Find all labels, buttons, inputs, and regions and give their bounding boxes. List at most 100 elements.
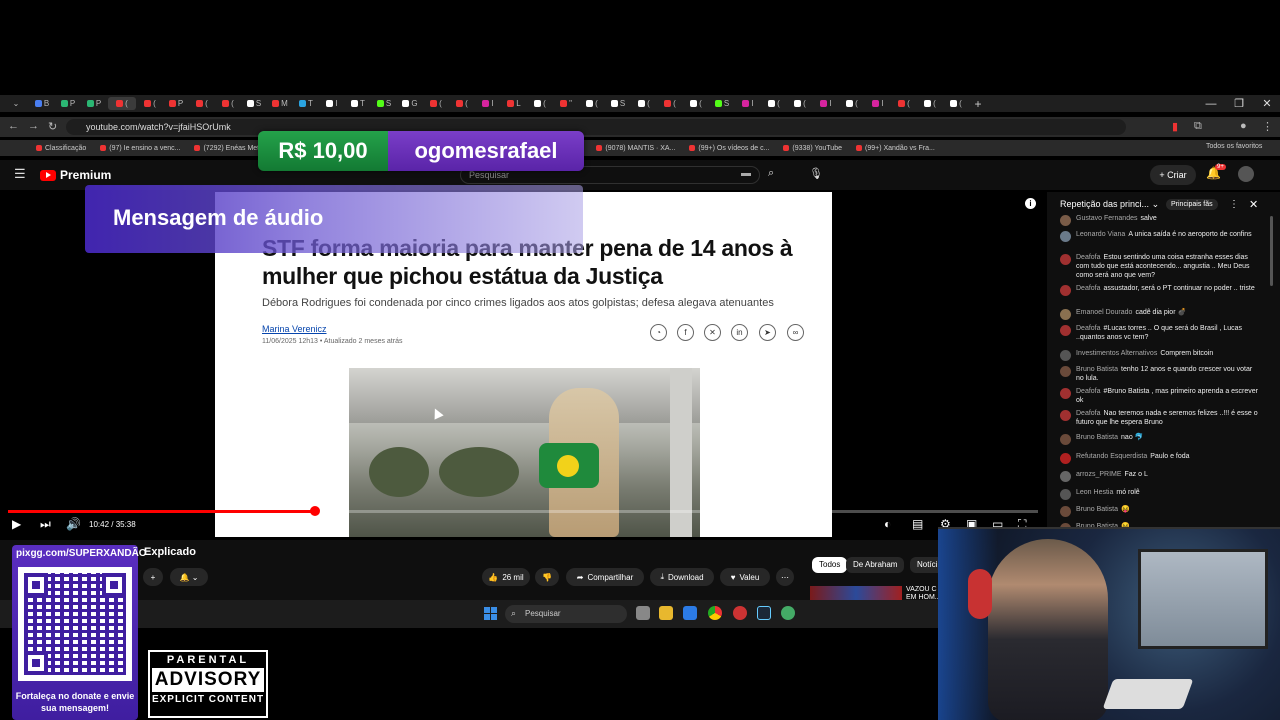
hamburger-menu-icon[interactable]: ☰ [14, 166, 26, 182]
chat-menu-icon[interactable]: ⋮ [1229, 199, 1239, 210]
minimize-icon[interactable]: — [1198, 98, 1224, 110]
more-actions-button[interactable]: ⋯ [776, 568, 794, 586]
share-button[interactable]: ➦ Compartilhar [566, 568, 644, 586]
thanks-button[interactable]: ♥ Valeu [720, 568, 770, 586]
browser-tab[interactable]: I [736, 97, 760, 110]
extensions-icon[interactable]: ⧉ [1194, 120, 1202, 133]
browser-tab[interactable]: ( [918, 97, 942, 110]
browser-tab[interactable]: ( [108, 97, 136, 110]
new-tab-button[interactable]: + [970, 97, 986, 111]
browser-tab[interactable]: I [866, 97, 890, 110]
task-view-icon[interactable] [636, 606, 650, 620]
browser-tab[interactable]: ( [190, 97, 214, 110]
account-avatar[interactable] [1238, 166, 1254, 182]
browser-tab[interactable]: ( [944, 97, 968, 110]
download-button[interactable]: ⤓ Download [650, 568, 714, 586]
browser-tab[interactable]: ( [840, 97, 864, 110]
chat-avatar [1060, 453, 1071, 464]
like-button[interactable]: 👍 26 mil [482, 568, 530, 586]
search-icon[interactable]: ⌕ [768, 167, 774, 180]
browser-tab[interactable]: ( [788, 97, 812, 110]
microphone-icon[interactable]: 🎙 [809, 167, 823, 180]
browser-tab[interactable]: ( [216, 97, 240, 110]
browser-tab[interactable]: I [814, 97, 838, 110]
chat-mode-select[interactable]: Repetição das princi... ⌄ [1060, 199, 1159, 210]
browser-tab[interactable]: ( [892, 97, 916, 110]
file-explorer-icon[interactable] [659, 606, 673, 620]
keyboard-icon[interactable]: ▬ [741, 168, 751, 179]
browser-tab[interactable]: " [554, 97, 578, 110]
browser-tab[interactable]: ( [138, 97, 162, 110]
bookmark-item[interactable]: (97) Ie ensino a venc... [100, 145, 180, 152]
create-button[interactable]: + Criar [1150, 165, 1196, 185]
bookmark-item[interactable]: (99+) Xandão vs Fra... [855, 145, 935, 152]
tabs-container: B P P ((P ((S M T I T S G ((I L (" (S (((S I ((I (I ((( [30, 97, 968, 110]
browser-tab[interactable]: ( [528, 97, 552, 110]
subscribe-bell-button[interactable]: 🔔 ⌄ [170, 568, 208, 586]
bookmark-item[interactable]: Classificação [36, 145, 86, 152]
time-display: 10:42 / 35:38 [89, 520, 136, 529]
all-bookmarks-button[interactable]: Todos os favoritos [1206, 143, 1262, 150]
info-icon[interactable]: i [1025, 198, 1036, 209]
windows-start-icon[interactable] [484, 607, 497, 620]
chat-message-body: Deafofa Nao teremos nada e seremos felize… [1076, 409, 1260, 427]
browser-tab[interactable]: G [398, 97, 422, 110]
next-icon[interactable]: ⏭ [40, 517, 51, 532]
restore-icon[interactable]: ❐ [1226, 97, 1252, 110]
chrome-taskbar-icon[interactable] [708, 606, 722, 620]
url-input[interactable]: youtube.com/watch?v=jfaiHSOrUmk [66, 119, 1126, 135]
browser-tab[interactable]: ( [658, 97, 682, 110]
settings-taskbar-icon[interactable] [781, 606, 795, 620]
browser-tab[interactable]: P [56, 97, 80, 110]
chat-author: Gustavo Fernandes [1076, 215, 1138, 222]
store-icon[interactable] [683, 606, 697, 620]
progress-scrubber[interactable] [310, 506, 320, 516]
browser-tab[interactable]: M [268, 97, 292, 110]
browser-tab[interactable]: L [502, 97, 526, 110]
browser-tab[interactable]: I [320, 97, 344, 110]
forward-icon[interactable]: → [28, 120, 39, 132]
volume-icon[interactable]: 🔊 [66, 517, 81, 531]
steam-icon[interactable] [757, 606, 771, 620]
browser-tab[interactable]: S [242, 97, 266, 110]
close-window-icon[interactable]: ✕ [1254, 97, 1280, 110]
browser-tab[interactable]: ( [684, 97, 708, 110]
taskbar-search-input[interactable]: Pesquisar [505, 605, 627, 623]
bookmark-favicon-icon [100, 145, 107, 151]
subtitles-icon[interactable]: ▤ [912, 517, 923, 531]
browser-tab[interactable]: ( [762, 97, 786, 110]
autoplay-toggle[interactable]: ◐ [884, 517, 891, 531]
browser-tab[interactable]: S [606, 97, 630, 110]
close-chat-icon[interactable]: ✕ [1249, 198, 1258, 211]
chat-scrollbar[interactable] [1270, 216, 1273, 286]
browser-tab[interactable]: ( [424, 97, 448, 110]
top-fans-button[interactable]: Principais fãs [1166, 199, 1218, 210]
bookmark-item[interactable]: (9338) YouTube [783, 145, 842, 152]
browser-tab[interactable]: B [30, 97, 54, 110]
back-icon[interactable]: ← [8, 120, 19, 132]
bookmark-item[interactable]: (99+) Os vídeos de c... [689, 145, 769, 152]
obs-icon[interactable] [733, 606, 747, 620]
browser-tab[interactable]: ( [632, 97, 656, 110]
dislike-button[interactable]: 👎 [535, 568, 559, 586]
bookmark-item[interactable]: (9078) MANTIS · XA... [596, 145, 675, 152]
browser-tab[interactable]: I [476, 97, 500, 110]
browser-tab[interactable]: ( [450, 97, 474, 110]
browser-tab[interactable]: P [164, 97, 188, 110]
browser-tab[interactable]: ( [580, 97, 604, 110]
browser-tab[interactable]: P [82, 97, 106, 110]
filter-chip[interactable]: De Abraham [846, 557, 905, 573]
reload-icon[interactable]: ↻ [48, 120, 57, 133]
browser-tab[interactable]: T [346, 97, 370, 110]
extension-youtube-icon[interactable]: ▮ [1172, 120, 1178, 133]
browser-tab[interactable]: S [710, 97, 734, 110]
profile-avatar[interactable]: ● [1240, 120, 1247, 132]
join-plus-button[interactable]: + [143, 568, 163, 586]
youtube-logo[interactable]: Premium [40, 168, 111, 182]
play-icon[interactable]: ▶ [12, 517, 21, 531]
browser-tab[interactable]: S [372, 97, 396, 110]
filter-chip[interactable]: Todos [812, 557, 848, 573]
browser-menu-icon[interactable]: ⋮ [1262, 120, 1273, 133]
browser-tab[interactable]: T [294, 97, 318, 110]
tab-list-button[interactable]: ⌄ [4, 97, 28, 110]
